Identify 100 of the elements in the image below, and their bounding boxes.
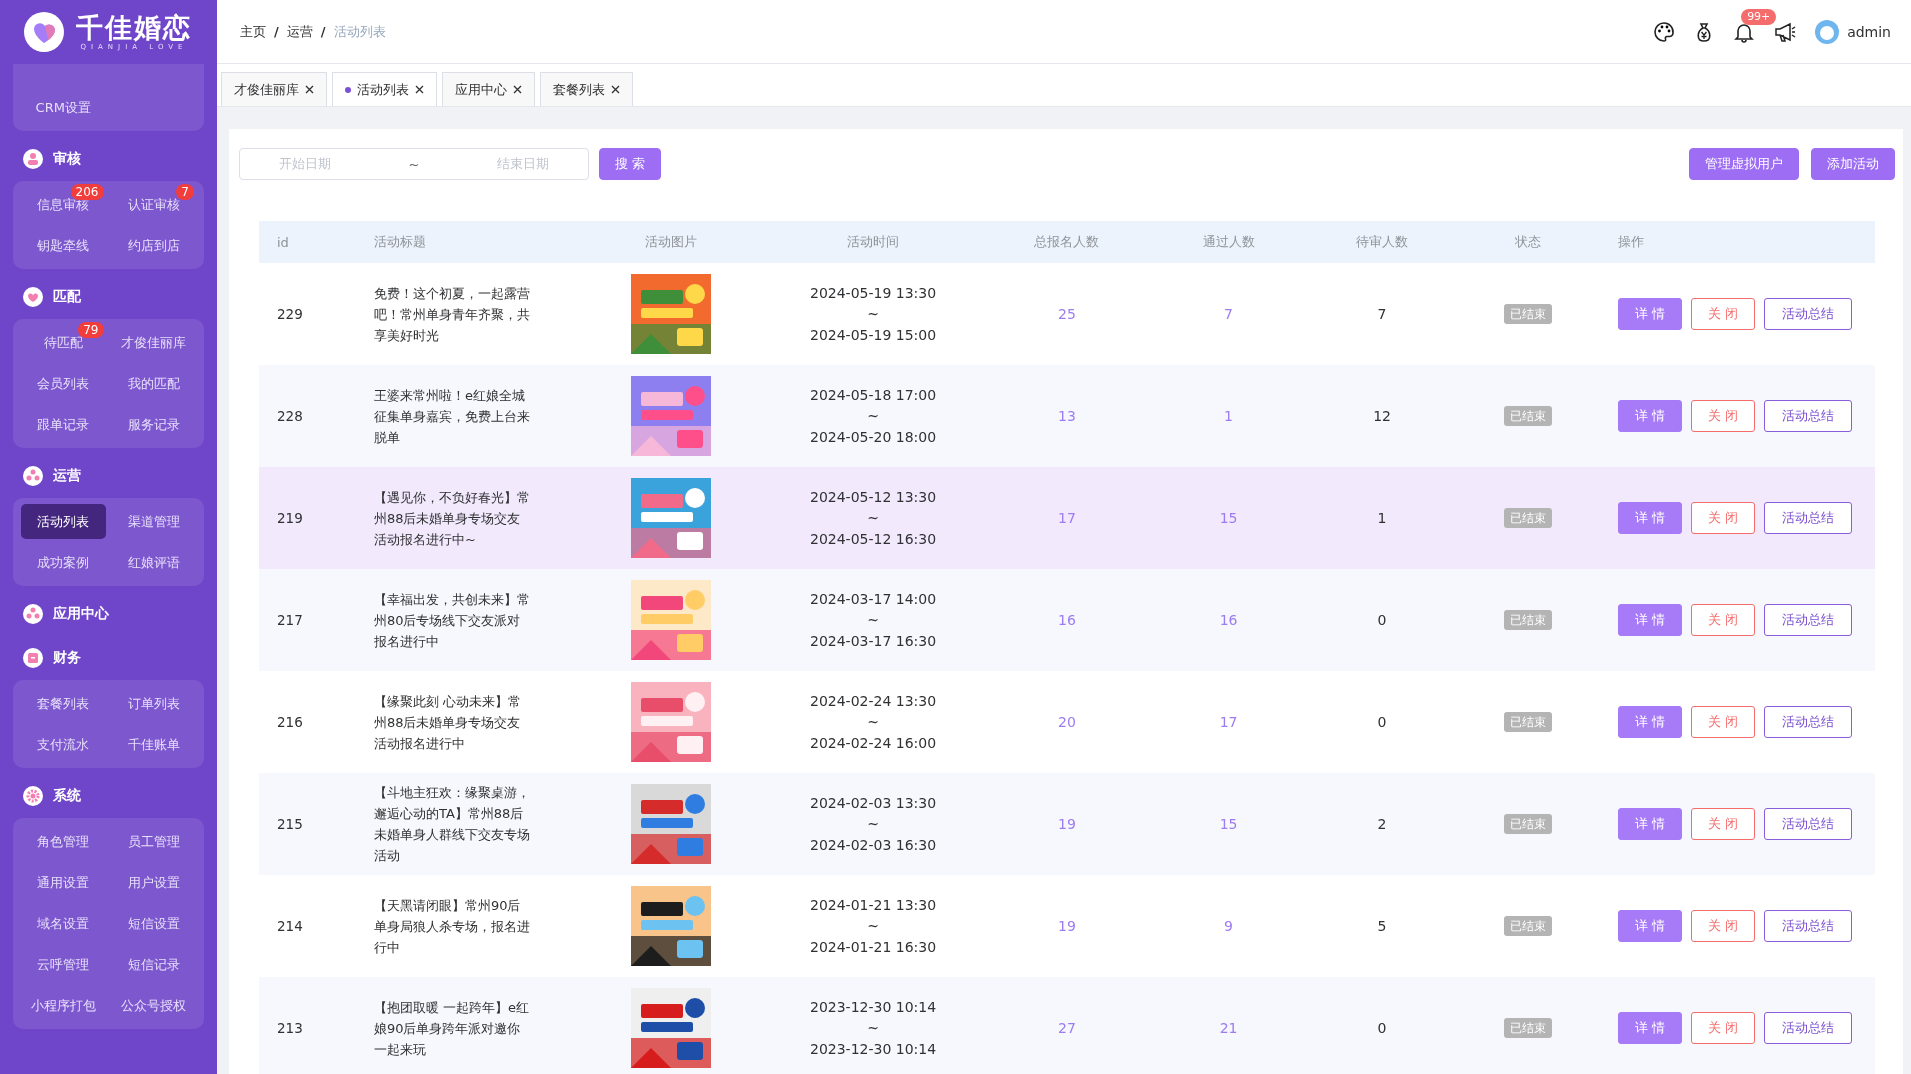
menu-item[interactable]: 订单列表 xyxy=(111,686,196,721)
detail-button[interactable]: 详 情 xyxy=(1618,502,1683,534)
close-button[interactable]: 关 闭 xyxy=(1691,706,1756,738)
passed-count[interactable]: 21 xyxy=(1219,1020,1238,1036)
menu-item[interactable]: 服务记录 xyxy=(111,407,196,442)
page-tab[interactable]: 活动列表 xyxy=(332,72,437,106)
menu-item[interactable]: 域名设置 xyxy=(21,906,106,941)
menu-item[interactable]: 钥匙牵线 xyxy=(21,228,106,263)
menu-item[interactable]: 会员列表 xyxy=(21,366,106,401)
menu-section-title[interactable]: 运营 xyxy=(53,467,81,485)
menu-section-title[interactable]: 应用中心 xyxy=(53,605,109,623)
menu-item[interactable]: 员工管理 xyxy=(111,824,196,859)
breadcrumb-separator: / xyxy=(320,24,326,39)
breadcrumb-link[interactable]: 主页 xyxy=(240,22,266,41)
action-button[interactable]: 添加活动 xyxy=(1811,148,1895,180)
action-button[interactable]: 管理虚拟用户 xyxy=(1689,148,1799,180)
close-button[interactable]: 关 闭 xyxy=(1691,808,1756,840)
detail-button[interactable]: 详 情 xyxy=(1618,298,1683,330)
detail-button[interactable]: 详 情 xyxy=(1618,706,1683,738)
menu-item[interactable]: 角色管理 xyxy=(21,824,106,859)
activity-title: 【抱团取暖 一起跨年】e红娘90后单身跨年派对邀你一起来玩 xyxy=(373,998,531,1059)
detail-button[interactable]: 详 情 xyxy=(1618,400,1683,432)
summary-button[interactable]: 活动总结 xyxy=(1764,910,1853,942)
passed-count[interactable]: 16 xyxy=(1219,612,1238,628)
column-header: 待审人数 xyxy=(1356,234,1409,249)
passed-count[interactable]: 7 xyxy=(1224,306,1233,322)
signup-count[interactable]: 17 xyxy=(1058,510,1076,526)
column-header: 活动图片 xyxy=(645,234,698,249)
menu-item[interactable]: 成功案例 xyxy=(21,545,106,580)
summary-button[interactable]: 活动总结 xyxy=(1764,298,1853,330)
close-icon[interactable] xyxy=(513,85,522,94)
menu-section-title[interactable]: 匹配 xyxy=(53,288,81,306)
passed-count[interactable]: 15 xyxy=(1219,510,1238,526)
close-button[interactable]: 关 闭 xyxy=(1691,298,1756,330)
menu-item[interactable]: 小程序打包 xyxy=(21,988,106,1023)
summary-button[interactable]: 活动总结 xyxy=(1764,502,1853,534)
menu-item[interactable]: 公众号授权 xyxy=(111,988,196,1023)
signup-count[interactable]: 19 xyxy=(1058,816,1076,832)
menu-item[interactable]: 才俊佳丽库 xyxy=(111,325,196,360)
menu-section-title[interactable]: 审核 xyxy=(53,150,81,168)
signup-count[interactable]: 16 xyxy=(1058,612,1076,628)
signup-count[interactable]: 13 xyxy=(1058,408,1076,424)
signup-count[interactable]: 20 xyxy=(1058,714,1076,730)
megaphone-icon[interactable] xyxy=(1773,20,1798,43)
summary-button[interactable]: 活动总结 xyxy=(1764,706,1853,738)
close-button[interactable]: 关 闭 xyxy=(1691,502,1756,534)
menu-item[interactable]: 用户设置 xyxy=(111,865,196,900)
close-button[interactable]: 关 闭 xyxy=(1691,1012,1756,1044)
close-icon[interactable] xyxy=(611,85,620,94)
menu-item[interactable]: 短信设置 xyxy=(111,906,196,941)
menu-section-title[interactable]: 财务 xyxy=(53,649,81,667)
menu-item[interactable]: 套餐列表 xyxy=(21,686,106,721)
page-tab[interactable]: 才俊佳丽库 xyxy=(221,72,327,106)
signup-count[interactable]: 19 xyxy=(1058,918,1076,934)
search-button[interactable]: 搜 索 xyxy=(599,148,662,180)
menu-item[interactable]: 认证审核 7 xyxy=(111,187,196,222)
user-name[interactable]: admin xyxy=(1847,23,1891,40)
close-button[interactable]: 关 闭 xyxy=(1691,604,1756,636)
summary-button[interactable]: 活动总结 xyxy=(1764,400,1853,432)
close-icon[interactable] xyxy=(305,85,314,94)
close-button[interactable]: 关 闭 xyxy=(1691,400,1756,432)
page-tab[interactable]: 应用中心 xyxy=(442,72,535,106)
passed-count[interactable]: 15 xyxy=(1219,816,1238,832)
menu-item[interactable]: 待匹配 79 xyxy=(21,325,106,360)
menu-item[interactable]: 支付流水 xyxy=(21,727,106,762)
detail-button[interactable]: 详 情 xyxy=(1618,604,1683,636)
summary-button[interactable]: 活动总结 xyxy=(1764,1012,1853,1044)
detail-button[interactable]: 详 情 xyxy=(1618,1012,1683,1044)
menu-item[interactable]: CRM设置 xyxy=(21,90,106,125)
close-button[interactable]: 关 闭 xyxy=(1691,910,1756,942)
signup-count[interactable]: 27 xyxy=(1058,1020,1076,1036)
menu-item[interactable]: 跟单记录 xyxy=(21,407,106,442)
detail-button[interactable]: 详 情 xyxy=(1618,808,1683,840)
menu-item[interactable]: 云呼管理 xyxy=(21,947,106,982)
page-tab[interactable]: 套餐列表 xyxy=(540,72,633,106)
menu-item[interactable]: 约店到店 xyxy=(111,228,196,263)
table-cell: 216 xyxy=(277,714,303,730)
menu-item[interactable]: 活动列表 xyxy=(21,504,106,539)
pending-count: 0 xyxy=(1377,612,1387,628)
menu-item[interactable]: 通用设置 xyxy=(21,865,106,900)
pending-count: 5 xyxy=(1377,918,1387,934)
signup-count[interactable]: 25 xyxy=(1058,306,1076,322)
menu-item[interactable]: 我的匹配 xyxy=(111,366,196,401)
breadcrumb-link[interactable]: 运营 xyxy=(286,22,313,41)
passed-count[interactable]: 17 xyxy=(1219,714,1238,730)
summary-button[interactable]: 活动总结 xyxy=(1764,808,1853,840)
date-range-field[interactable]: 开始日期 ~ 结束日期 xyxy=(239,148,589,180)
passed-count[interactable]: 9 xyxy=(1224,918,1233,934)
passed-count[interactable]: 1 xyxy=(1224,408,1233,424)
menu-item[interactable]: 信息审核 206 xyxy=(21,187,106,222)
menu-item[interactable]: 红娘评语 xyxy=(111,545,196,580)
menu-item[interactable]: 渠道管理 xyxy=(111,504,196,539)
menu-item[interactable]: 短信记录 xyxy=(111,947,196,982)
menu-section-title[interactable]: 系统 xyxy=(53,787,81,805)
summary-button[interactable]: 活动总结 xyxy=(1764,604,1853,636)
close-icon[interactable] xyxy=(415,85,424,94)
column-header: 活动标题 xyxy=(373,234,426,249)
menu-item[interactable]: 千佳账单 xyxy=(111,727,196,762)
detail-button[interactable]: 详 情 xyxy=(1618,910,1683,942)
palette-icon[interactable] xyxy=(1653,20,1676,43)
